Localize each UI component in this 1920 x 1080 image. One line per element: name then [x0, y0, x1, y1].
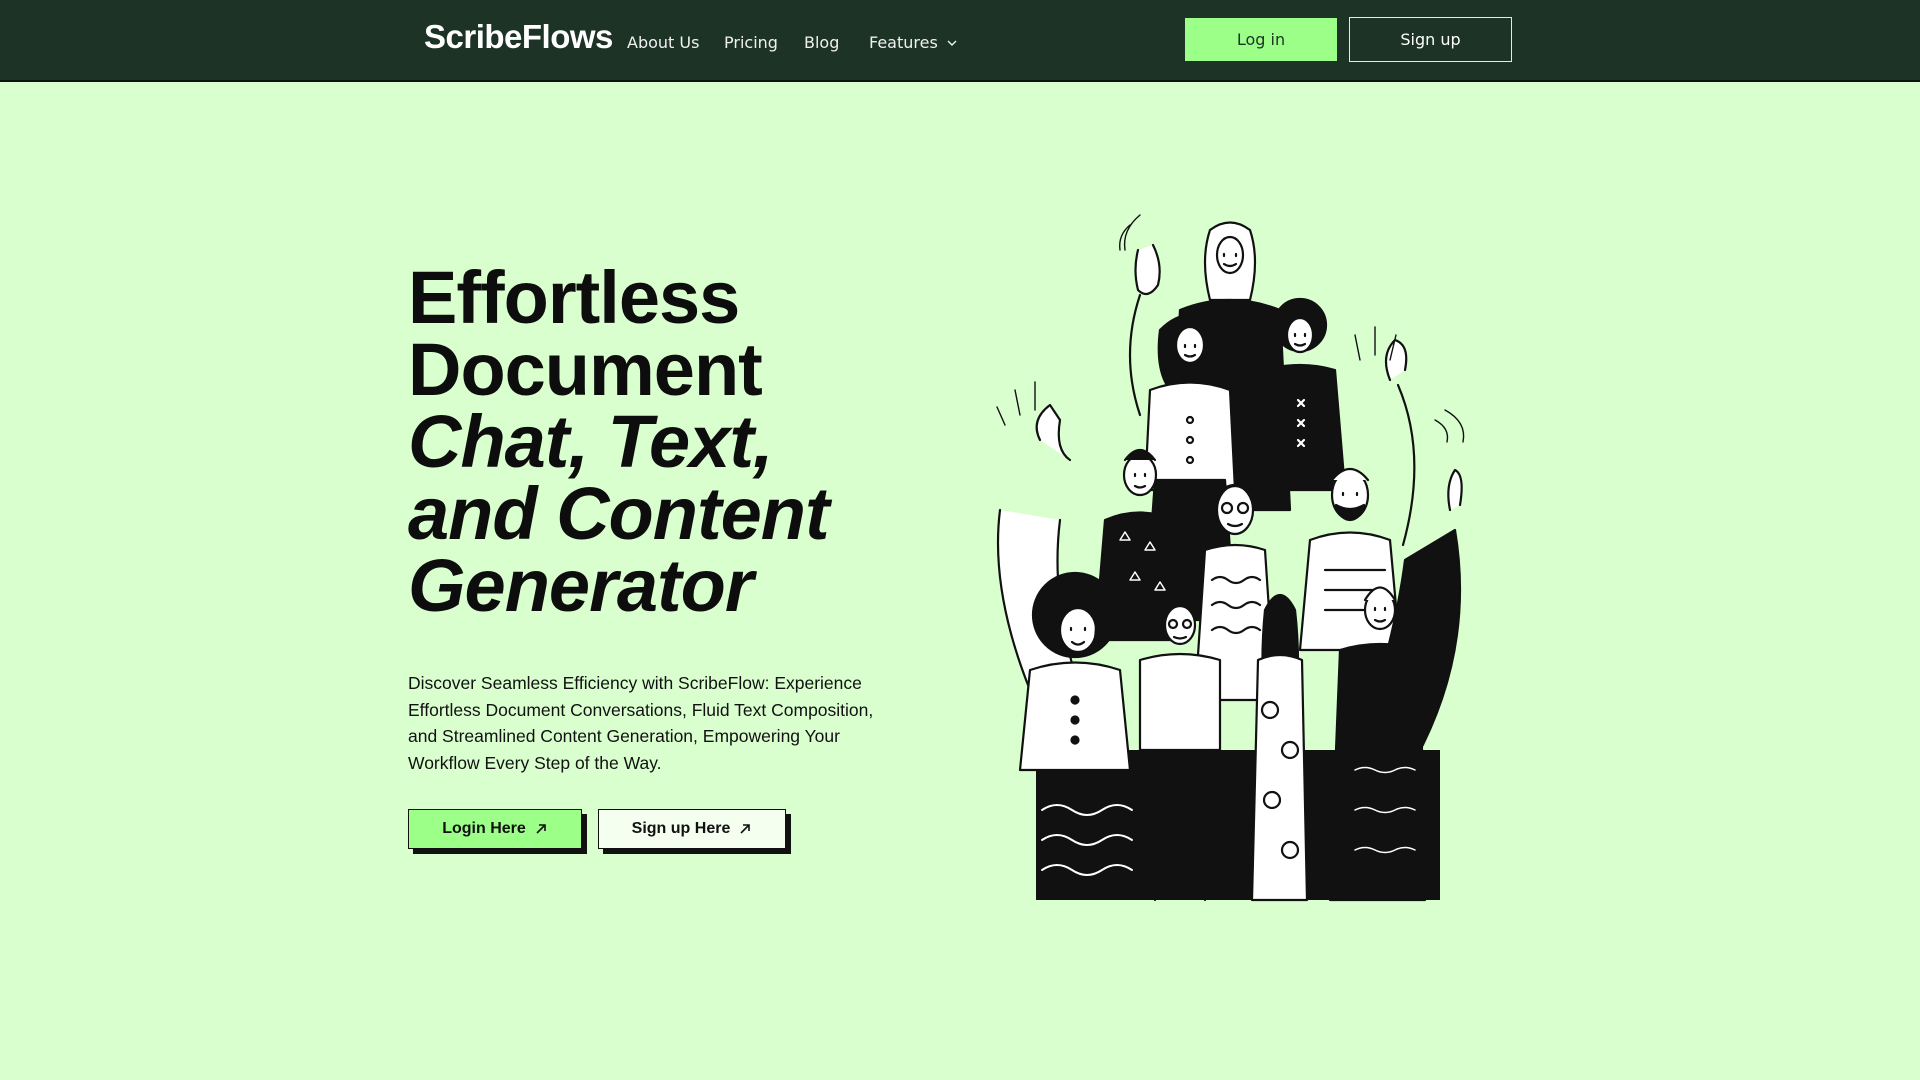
hero-description: Discover Seamless Efficiency with Scribe…: [408, 673, 874, 773]
top-nav-bar: ScribeFlows About Us Pricing Blog Featur…: [0, 0, 1920, 82]
nav-features-label: Features: [869, 33, 938, 52]
hero-title-line: and Content: [408, 472, 830, 555]
arrow-up-right-icon: [740, 824, 751, 834]
nav-about-us[interactable]: About Us: [627, 33, 699, 52]
hero-title-line: Effortless: [408, 256, 740, 339]
signup-button[interactable]: Sign up: [1349, 17, 1512, 62]
hero-title-line: Chat, Text,: [408, 400, 774, 483]
signup-here-button[interactable]: Sign up Here: [598, 809, 786, 849]
hero-title: Effortless Document Chat, Text, and Cont…: [408, 256, 928, 627]
login-here-button[interactable]: Login Here: [408, 809, 582, 849]
nav-features-dropdown[interactable]: Features: [869, 33, 958, 52]
logo[interactable]: ScribeFlows: [424, 18, 613, 56]
hero-title-line: Generator: [408, 544, 754, 627]
chevron-down-icon: [947, 40, 957, 46]
hero-title-line: Document: [408, 328, 763, 411]
nav-pricing[interactable]: Pricing: [724, 33, 778, 52]
crowd-illustration: [996, 214, 1465, 902]
login-here-label: Login Here: [442, 820, 526, 837]
signup-here-label: Sign up Here: [631, 820, 731, 837]
login-button[interactable]: Log in: [1185, 18, 1337, 61]
arrow-up-right-icon: [536, 824, 546, 834]
nav-blog[interactable]: Blog: [804, 33, 839, 52]
